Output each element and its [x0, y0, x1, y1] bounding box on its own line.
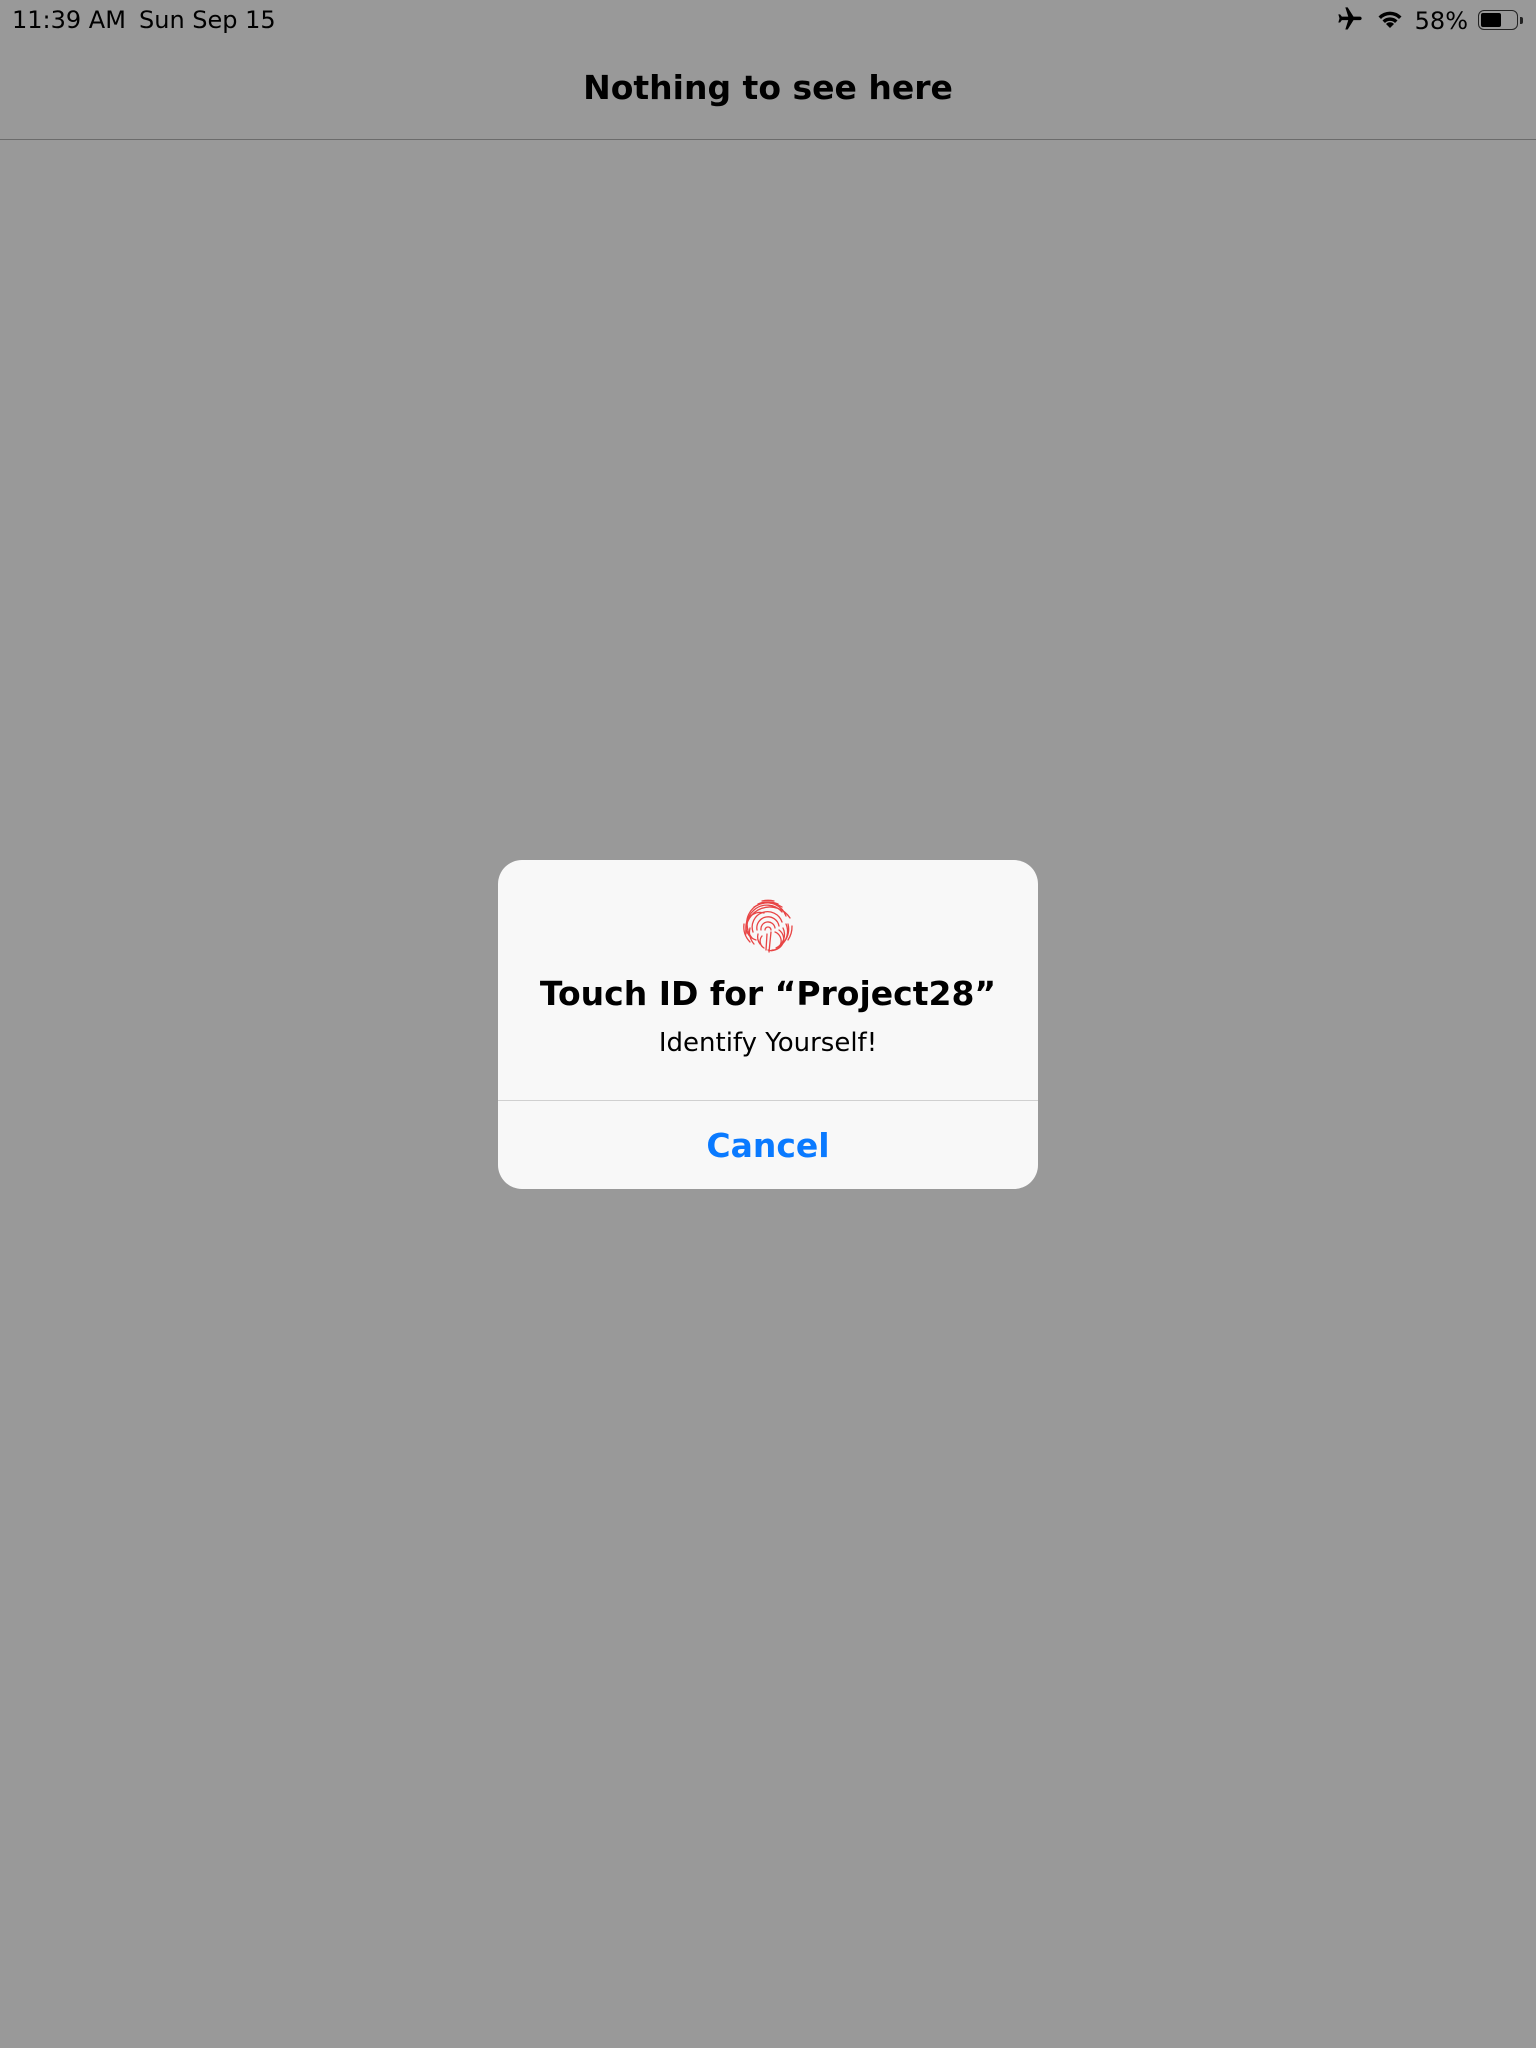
- wifi-icon: [1375, 7, 1405, 35]
- status-time: 11:39 AM: [12, 6, 126, 34]
- battery-percent: 58%: [1414, 7, 1468, 35]
- alert-message: Identify Yourself!: [658, 1028, 878, 1058]
- battery-level-fill: [1481, 13, 1501, 27]
- alert-title: Touch ID for “Project28”: [539, 974, 997, 1013]
- cancel-button[interactable]: Cancel: [498, 1101, 1038, 1189]
- status-bar: 11:39 AM Sun Sep 15 58%: [0, 0, 1536, 40]
- page-title: Nothing to see here: [583, 68, 953, 107]
- status-indicators: 58%: [1325, 5, 1524, 37]
- status-date: Sun Sep 15: [139, 6, 276, 34]
- airplane-icon: [1335, 5, 1365, 37]
- navigation-bar: Nothing to see here: [0, 40, 1536, 140]
- touch-id-alert: Touch ID for “Project28” Identify Yourse…: [498, 860, 1038, 1189]
- fingerprint-icon: [736, 894, 800, 958]
- screen: 11:39 AM Sun Sep 15 58% Nothing to see h…: [0, 0, 1536, 2048]
- battery-icon: [1478, 10, 1524, 32]
